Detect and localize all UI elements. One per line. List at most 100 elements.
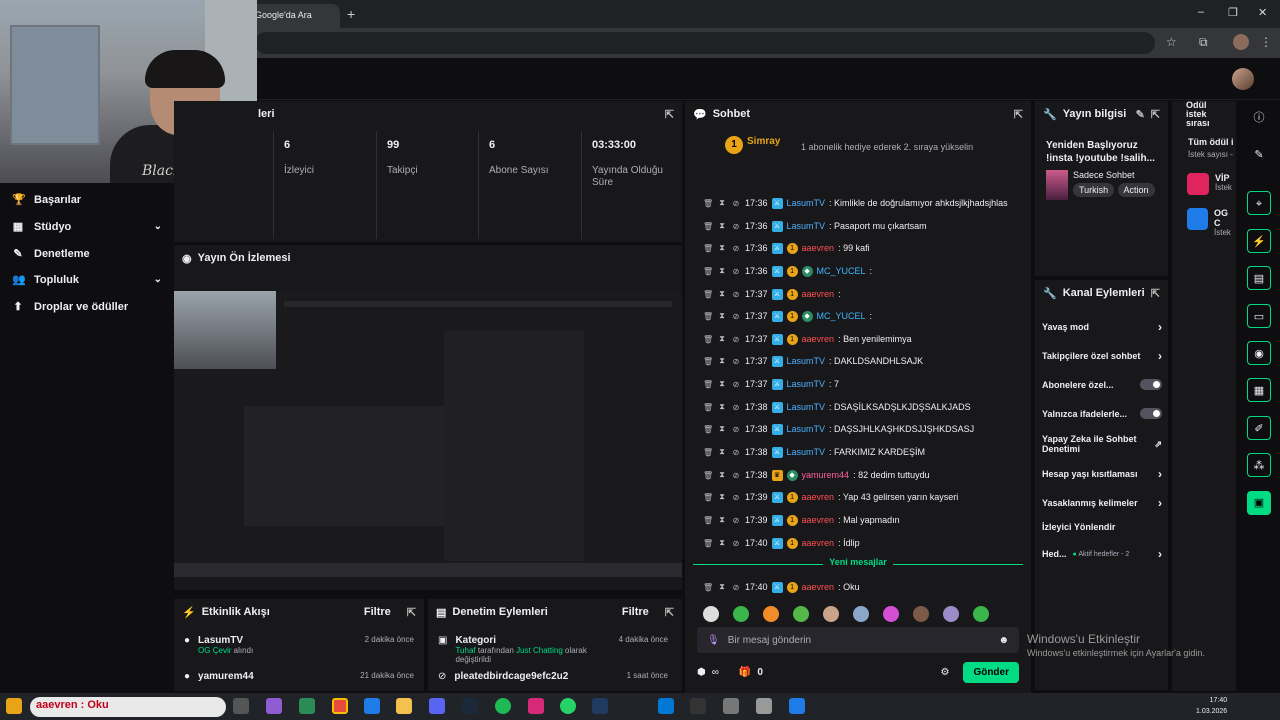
app-icon[interactable] bbox=[592, 698, 608, 714]
ban-icon[interactable]: ⊘ bbox=[731, 267, 741, 276]
app-icon[interactable] bbox=[756, 698, 772, 714]
delete-icon[interactable]: 🗑 bbox=[703, 357, 713, 366]
message-user[interactable]: MC_YUCEL bbox=[817, 311, 866, 321]
star-icon[interactable]: ☆ bbox=[1166, 35, 1177, 49]
timeout-icon[interactable]: ⧗ bbox=[717, 402, 727, 412]
delete-icon[interactable]: 🗑 bbox=[703, 471, 713, 480]
timeout-icon[interactable]: ⧗ bbox=[717, 447, 727, 457]
ban-icon[interactable]: ⊘ bbox=[731, 403, 741, 412]
delete-icon[interactable]: 🗑 bbox=[703, 425, 713, 434]
chat-message[interactable]: 🗑 ⧗ ⊘ 17:37 ⚔ 1 ◆ MC_YUCEL: bbox=[703, 308, 1023, 324]
message-user[interactable]: aaevren bbox=[802, 582, 835, 592]
delete-icon[interactable]: 🗑 bbox=[703, 583, 713, 592]
action-banned-words[interactable]: Yasaklanmış kelimeler › bbox=[1042, 496, 1162, 510]
chat-message[interactable]: 🗑 ⧗ ⊘ 17:38 ♛ ◆ yamurem44: 82 dedim tuttuydu bbox=[703, 467, 1023, 483]
minimize-button[interactable]: – bbox=[1198, 6, 1204, 18]
popout-icon[interactable]: ⇱ bbox=[1151, 287, 1160, 300]
message-user[interactable]: aaevren bbox=[802, 289, 835, 299]
edit-icon[interactable]: ✎ bbox=[1247, 143, 1271, 167]
message-user[interactable]: LasumTV bbox=[787, 221, 826, 231]
chat-message[interactable]: 🗑 ⧗ ⊘ 17:37 ⚔ LasumTV: DAKLDSANDHLSAJK bbox=[703, 353, 1023, 369]
popout-icon[interactable]: ⇱ bbox=[1151, 108, 1160, 121]
ban-icon[interactable]: ⊘ bbox=[731, 471, 741, 480]
emote-icon[interactable] bbox=[793, 606, 809, 622]
profile-avatar[interactable] bbox=[1233, 34, 1249, 50]
delete-icon[interactable]: 🗑 bbox=[703, 267, 713, 276]
message-user[interactable]: aaevren bbox=[802, 334, 835, 344]
nav-community[interactable]: 👥 Topluluk ⌄ bbox=[12, 273, 162, 287]
chat-message[interactable]: 🗑 ⧗ ⊘ 17:37 ⚔ 1 aaevren: bbox=[703, 286, 1023, 302]
browser-tab[interactable]: Google'da Ara bbox=[245, 4, 340, 28]
timeout-icon[interactable]: ⧗ bbox=[717, 515, 727, 525]
chrome-icon[interactable] bbox=[332, 698, 348, 714]
popout-icon[interactable]: ⇱ bbox=[665, 606, 674, 619]
message-user[interactable]: aaevren bbox=[802, 515, 835, 525]
chat-message[interactable]: 🗑 ⧗ ⊘ 17:40 ⚔ 1 aaevren: Oku bbox=[703, 579, 1023, 595]
chat-message[interactable]: 🗑 ⧗ ⊘ 17:37 ⚔ LasumTV: 7 bbox=[703, 376, 1023, 392]
mic-icon[interactable]: 🎙 bbox=[707, 635, 720, 646]
timeout-icon[interactable]: ⧗ bbox=[717, 582, 727, 592]
extensions-icon[interactable]: ⧉ bbox=[1199, 35, 1208, 50]
timeout-icon[interactable]: ⧗ bbox=[717, 379, 727, 389]
feed-item[interactable]: ● LasumTV OG Çevir alındı 2 dakika önce bbox=[184, 635, 414, 655]
action-account-age[interactable]: Hesap yaşı kısıtlaması › bbox=[1042, 467, 1162, 481]
chat-message[interactable]: 🗑 ⧗ ⊘ 17:39 ⚔ 1 aaevren: Mal yapmadın bbox=[703, 512, 1023, 528]
menu-icon[interactable]: ⋮ bbox=[1260, 35, 1272, 49]
message-user[interactable]: LasumTV bbox=[787, 198, 826, 208]
timeout-icon[interactable]: ⧗ bbox=[717, 198, 727, 208]
action-ai-moderation[interactable]: Yapay Zeka ile Sohbet Denetimi ⇗ bbox=[1042, 434, 1162, 454]
community-icon[interactable]: ⁂ bbox=[1247, 453, 1271, 477]
timeout-icon[interactable]: ⧗ bbox=[717, 221, 727, 231]
ban-icon[interactable]: ⊘ bbox=[731, 380, 741, 389]
chat-message[interactable]: 🗑 ⧗ ⊘ 17:38 ⚔ LasumTV: FARKIMIZ KARDEŞİM bbox=[703, 444, 1023, 460]
emote-icon[interactable] bbox=[943, 606, 959, 622]
message-user[interactable]: LasumTV bbox=[787, 424, 826, 434]
ban-icon[interactable]: ⊘ bbox=[731, 516, 741, 525]
delete-icon[interactable]: 🗑 bbox=[703, 539, 713, 548]
ban-icon[interactable]: ⊘ bbox=[731, 493, 741, 502]
delete-icon[interactable]: 🗑 bbox=[703, 244, 713, 253]
points-icon[interactable]: ⬢ bbox=[697, 667, 706, 678]
nav-drops[interactable]: ⬆ Droplar ve ödüller bbox=[12, 300, 162, 314]
chat-input[interactable]: 🎙 Bir mesaj gönderin ☻ bbox=[697, 627, 1019, 653]
nav-achievements[interactable]: 🏆 Başarılar bbox=[12, 193, 162, 207]
delete-icon[interactable]: 🗑 bbox=[703, 290, 713, 299]
emote-icon[interactable] bbox=[763, 606, 779, 622]
send-button[interactable]: Gönder bbox=[963, 661, 1019, 683]
emote-icon[interactable] bbox=[733, 606, 749, 622]
emote-icon[interactable] bbox=[913, 606, 929, 622]
action-emote-only[interactable]: Yalnızca ifadelerle... bbox=[1042, 408, 1162, 419]
copilot-icon[interactable] bbox=[266, 698, 282, 714]
broadcast-icon[interactable]: ◉ bbox=[1247, 341, 1271, 365]
omnibox[interactable] bbox=[255, 32, 1155, 54]
delete-icon[interactable]: 🗑 bbox=[703, 199, 713, 208]
close-button[interactable]: ✕ bbox=[1258, 6, 1267, 19]
timeout-icon[interactable]: ⧗ bbox=[717, 356, 727, 366]
timeout-icon[interactable]: ⧗ bbox=[717, 289, 727, 299]
popout-icon[interactable]: ⇱ bbox=[1014, 108, 1023, 121]
mail-icon[interactable] bbox=[364, 698, 380, 714]
settings-icon[interactable]: ⚙ bbox=[940, 667, 949, 678]
reward-item[interactable]: OG C İstek bbox=[1187, 208, 1236, 237]
chat-message[interactable]: 🗑 ⧗ ⊘ 17:36 ⚔ LasumTV: Kimlikle de doğrulamıy… bbox=[703, 195, 1023, 211]
message-user[interactable]: LasumTV bbox=[787, 356, 826, 366]
chat-message[interactable]: 🗑 ⧗ ⊘ 17:40 ⚔ 1 aaevren: İdlip bbox=[703, 535, 1023, 551]
emoji-icon[interactable]: ☻ bbox=[998, 635, 1009, 646]
clapper-icon[interactable]: ▣ bbox=[1247, 491, 1271, 515]
timeout-icon[interactable]: ⧗ bbox=[717, 492, 727, 502]
preview-video[interactable] bbox=[174, 291, 682, 577]
ban-icon[interactable]: ⊘ bbox=[731, 425, 741, 434]
vscode-icon[interactable] bbox=[658, 698, 674, 714]
message-user[interactable]: aaevren bbox=[802, 538, 835, 548]
feed-item[interactable]: ● yamurem44 21 dakika önce bbox=[184, 671, 414, 682]
layout-icon[interactable]: ▦ bbox=[1247, 378, 1271, 402]
edit-icon[interactable]: ✎ bbox=[1136, 108, 1145, 121]
tag-badge[interactable]: Turkish bbox=[1073, 183, 1115, 197]
delete-icon[interactable]: 🗑 bbox=[703, 380, 713, 389]
action-slow-mode[interactable]: Yavaş mod › bbox=[1042, 320, 1162, 334]
timeout-icon[interactable]: ⧗ bbox=[717, 243, 727, 253]
action-raid[interactable]: İzleyici Yönlendir bbox=[1042, 522, 1162, 532]
chat-message[interactable]: 🗑 ⧗ ⊘ 17:39 ⚔ 1 aaevren: Yap 43 gelirsen yarın… bbox=[703, 489, 1023, 505]
gift-icon[interactable]: 🎁 bbox=[739, 667, 751, 678]
app-icon[interactable] bbox=[723, 698, 739, 714]
